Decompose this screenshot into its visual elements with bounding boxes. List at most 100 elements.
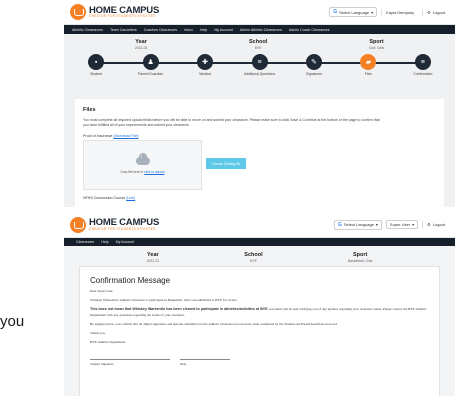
greeting: Dear Super User, xyxy=(90,289,114,293)
clearance-summary: Year 2022-23 School BYE Sport Golf, Girl… xyxy=(64,34,455,50)
document-icon: ≡ xyxy=(414,54,431,70)
nav-admin-coach-clearances[interactable]: Admin Coach Clearances xyxy=(289,28,330,32)
logout-button[interactable]: ⚙ Logout xyxy=(422,221,449,228)
google-icon: G xyxy=(337,221,342,228)
step-label: Signatures xyxy=(305,72,323,76)
step-label: Parent/Guardian xyxy=(138,72,164,76)
notice-line: This does not mean that Whiskey Warkenti… xyxy=(90,307,429,318)
logout-button[interactable]: ⚙ Logout xyxy=(422,8,449,16)
step-confirmation[interactable]: ≡ Confirmation xyxy=(403,54,443,76)
signoff: BYE Athletic Department xyxy=(90,339,126,344)
summary-label: School xyxy=(249,39,268,45)
step-label: Files xyxy=(364,72,372,76)
step-student[interactable]: ▪ Student xyxy=(76,54,116,76)
nav-coaches-clearances[interactable]: Coaches Clearances xyxy=(144,28,177,32)
main-nav: Clearances Help My Account xyxy=(64,238,455,246)
progress-stepper: ▪ Student ♟ Parent/Guardian ✚ Medical ≡ … xyxy=(78,54,441,82)
signature-row: Student Signature Date xyxy=(90,359,429,366)
nav-inbox[interactable]: Inbox xyxy=(184,28,193,32)
summary-label: School xyxy=(244,252,263,258)
concussion-course-row: NFHS Concussion Course (Link) xyxy=(83,196,436,200)
date-field[interactable]: Date xyxy=(180,359,230,366)
concussion-label: NFHS Concussion Course xyxy=(83,196,126,201)
person-icon: ♟ xyxy=(142,54,159,70)
summary-value: Basketball, Girls xyxy=(347,259,373,263)
concussion-link[interactable]: (Link) xyxy=(126,196,135,200)
summary-label: Sport xyxy=(369,39,384,45)
confirmation-card: Confirmation Message Dear Super User, Wh… xyxy=(79,266,440,396)
main-nav: Athletic Clearances Team Cancellers Coac… xyxy=(64,25,455,34)
google-icon: G xyxy=(333,9,338,15)
thanks: Thank you, xyxy=(90,330,106,335)
summary-school: School BYE xyxy=(244,252,262,263)
choose-existing-file-button[interactable]: Choose Existing file xyxy=(206,158,246,170)
nav-my-account[interactable]: My Account xyxy=(214,28,233,32)
chevron-down-icon: ▾ xyxy=(375,222,378,227)
files-title: Files xyxy=(83,107,96,113)
home-campus-logo-icon[interactable] xyxy=(70,4,86,20)
clearance-summary: Year 2022-23 School BYE Sport Basketball… xyxy=(64,246,455,263)
files-card: Files You must complete all required upl… xyxy=(75,99,444,207)
confirmation-screenshot: HOME CAMPUS CREATOR FOR STUDENTS ATHLETE… xyxy=(64,212,455,396)
nav-team-cancellers[interactable]: Team Cancellers xyxy=(110,28,137,32)
upload-row: Drop file here or click to upload Choose… xyxy=(83,140,436,191)
language-select[interactable]: G Select Language ▾ xyxy=(329,7,378,17)
summary-value: Golf, Girls xyxy=(369,46,385,50)
user-menu[interactable]: Super User ▾ xyxy=(385,220,419,229)
brand-tagline: CREATOR FOR STUDENTS ATHLETES xyxy=(89,14,156,19)
files-step-screenshot: HOME CAMPUS CREATOR FOR STUDENTS ATHLETE… xyxy=(64,0,455,207)
folder-icon: ▰ xyxy=(360,54,377,70)
proof-label: Proof of Insurance xyxy=(83,134,113,139)
summary-year: Year 2022-23 xyxy=(135,39,147,50)
gear-icon: ⚙ xyxy=(427,222,431,227)
drop-text: Drop file here or click to upload xyxy=(121,170,165,174)
user-name: Super User xyxy=(389,222,411,227)
drop-label: Drop file here or xyxy=(120,169,144,174)
file-dropzone[interactable]: Drop file here or click to upload xyxy=(83,140,202,191)
step-label: Student xyxy=(90,72,102,76)
brand: HOME CAMPUS CREATOR FOR STUDENTS ATHLETE… xyxy=(89,218,159,231)
step-additional-questions[interactable]: ≡ Additional Questions xyxy=(240,54,280,76)
summary-value: 2022-23 xyxy=(146,259,160,263)
notice-bold: This does not mean that Whiskey Warkenti… xyxy=(90,307,269,312)
summary-label: Year xyxy=(135,39,147,45)
nav-clearances[interactable]: Clearances xyxy=(76,240,94,244)
id-card-icon: ▪ xyxy=(88,54,105,70)
document-icon: ≡ xyxy=(251,54,268,70)
download-file-link[interactable]: (Download File) xyxy=(113,134,138,138)
logout-label: Logout xyxy=(432,222,445,227)
step-parent-guardian[interactable]: ♟ Parent/Guardian xyxy=(131,54,171,76)
gear-icon: ⚙ xyxy=(427,9,431,15)
user-menu[interactable]: Kayla Dempsey xyxy=(381,8,418,16)
files-instructions: You must complete all required upload fi… xyxy=(83,118,380,128)
confirmation-title: Confirmation Message xyxy=(90,276,171,285)
step-files[interactable]: ▰ Files xyxy=(348,54,388,76)
step-label: Additional Questions xyxy=(243,72,276,76)
nav-athletic-clearances[interactable]: Athletic Clearances xyxy=(72,28,103,32)
brand-tagline: CREATOR FOR STUDENTS ATHLETES xyxy=(89,226,156,231)
step-medical[interactable]: ✚ Medical xyxy=(185,54,225,76)
caption-text: you xyxy=(0,313,25,330)
summary-sport: Sport Basketball, Girls xyxy=(348,252,373,263)
summary-value: BYE xyxy=(250,259,257,263)
nav-my-account[interactable]: My Account xyxy=(116,240,135,244)
nav-help[interactable]: Help xyxy=(101,240,108,244)
student-signature-field[interactable]: Student Signature xyxy=(90,359,170,366)
home-campus-logo-icon[interactable] xyxy=(70,216,86,233)
language-label: Select Language xyxy=(339,9,370,15)
language-select[interactable]: G Select Language ▾ xyxy=(333,219,382,230)
summary-label: Sport xyxy=(352,252,368,258)
medical-kit-icon: ✚ xyxy=(197,54,214,70)
nav-admin-athletic-clearances[interactable]: Admin Athletic Clearances xyxy=(240,28,282,32)
brand: HOME CAMPUS CREATOR FOR STUDENTS ATHLETE… xyxy=(89,6,159,19)
step-signatures[interactable]: ✎ Signatures xyxy=(294,54,334,76)
step-label: Confirmation xyxy=(413,72,433,76)
summary-value: BYE xyxy=(254,46,262,50)
summary-value: 2022-23 xyxy=(134,46,148,50)
click-to-upload-link[interactable]: click to upload xyxy=(144,170,164,174)
signing-line: By signing below, you confirm that all d… xyxy=(90,321,338,326)
summary-school: School BYE xyxy=(249,39,267,50)
logout-label: Logout xyxy=(432,9,445,15)
nav-help[interactable]: Help xyxy=(200,28,207,32)
user-name: Kayla Dempsey xyxy=(386,9,415,15)
